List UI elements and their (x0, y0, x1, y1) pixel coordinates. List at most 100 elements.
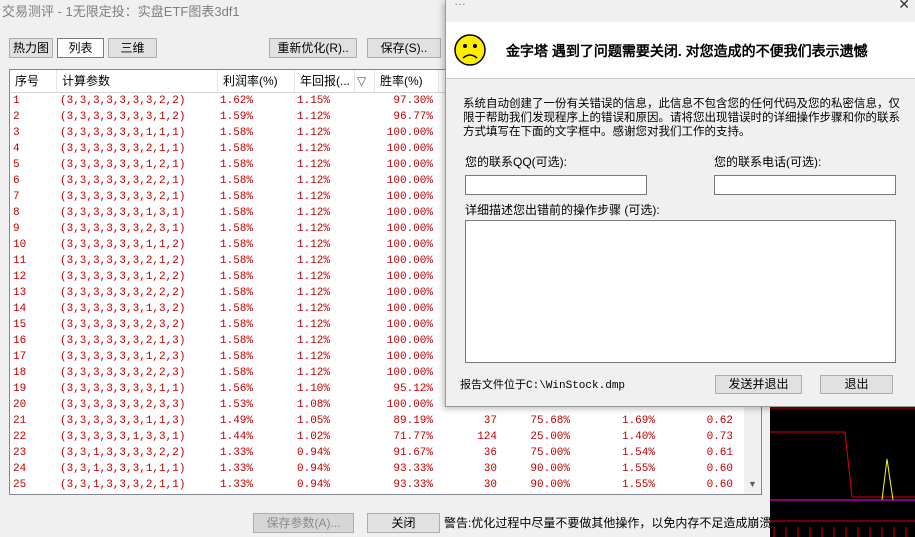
cell-params: (3,3,3,3,3,3,1,1,3) (60, 415, 186, 427)
close-button[interactable]: 关闭 (367, 513, 440, 533)
cell-no: 17 (13, 351, 27, 363)
cell-params: (3,3,3,3,3,3,1,3,1) (60, 207, 186, 219)
cell-win: 97.30% (393, 95, 433, 107)
cell-annual: 1.12% (297, 127, 331, 139)
cell-params: (3,3,3,3,3,3,2,2,2) (60, 287, 186, 299)
cell-no: 21 (13, 415, 27, 427)
cell-profit: 1.58% (220, 191, 254, 203)
cell-profit: 1.58% (220, 255, 254, 267)
qq-input[interactable] (465, 175, 647, 195)
cell-annual: 1.12% (297, 335, 331, 347)
send-and-exit-button[interactable]: 发送并退出 (715, 375, 802, 394)
cell-profit: 1.33% (220, 479, 254, 491)
cell-profit: 1.58% (220, 239, 254, 251)
col-header-no[interactable]: 序号 (10, 70, 57, 92)
window-title: 交易测评 - 1无限定投：实盘ETF图表3df1 (2, 4, 240, 19)
cell-no: 15 (13, 319, 27, 331)
table-row[interactable]: 23 (3,3,1,3,3,3,3,2,2) 1.33% 0.94% 91.67% 36 7… (10, 445, 761, 461)
sad-face-icon (454, 34, 486, 66)
exit-button[interactable]: 退出 (820, 375, 893, 394)
cell-win: 100.00% (386, 207, 433, 219)
cell-params: (3,3,1,3,3,3,1,1,1) (60, 463, 186, 475)
cell-c6: 37 (483, 415, 497, 427)
cell-params: (3,3,3,3,3,3,2,2,1) (60, 175, 186, 187)
cell-no: 20 (13, 399, 27, 411)
cell-params: (3,3,3,3,3,3,1,2,1) (60, 159, 186, 171)
cell-no: 23 (13, 447, 27, 459)
dialog-heading: 金字塔 遇到了问题需要关闭. 对您造成的不便我们表示遗憾 (506, 43, 868, 59)
cell-params: (3,3,3,3,3,3,2,1,3) (60, 335, 186, 347)
cell-c8: 1.55% (621, 479, 655, 491)
scroll-down-icon[interactable]: ▼ (744, 476, 761, 493)
col-header-profit[interactable]: 利润率(%) (218, 70, 295, 92)
cell-profit: 1.33% (220, 447, 254, 459)
cell-annual: 1.12% (297, 351, 331, 363)
cell-win: 71.77% (393, 431, 433, 443)
cell-profit: 1.58% (220, 175, 254, 187)
dialog-title: … (454, 0, 466, 8)
cell-no: 4 (13, 143, 20, 155)
cell-no: 3 (13, 127, 20, 139)
cell-no: 8 (13, 207, 20, 219)
cell-params: (3,3,3,3,3,3,1,2,2) (60, 271, 186, 283)
cell-annual: 1.12% (297, 239, 331, 251)
tab-list[interactable]: 列表 (57, 38, 104, 58)
cell-params: (3,3,3,3,3,3,1,1,2) (60, 239, 186, 251)
cell-annual: 1.12% (297, 223, 331, 235)
col-header-annual[interactable]: 年回报(... (295, 70, 355, 92)
cell-annual: 1.12% (297, 255, 331, 267)
cell-win: 93.33% (393, 463, 433, 475)
cell-no: 19 (13, 383, 27, 395)
cell-params: (3,3,3,3,3,3,3,1,2) (60, 111, 186, 123)
table-row[interactable]: 24 (3,3,1,3,3,3,1,1,1) 1.33% 0.94% 93.33% 30 9… (10, 461, 761, 477)
col-header-win[interactable]: 胜率(%) (375, 70, 439, 92)
cell-win: 100.00% (386, 143, 433, 155)
close-icon[interactable]: ✕ (898, 0, 910, 13)
cell-c9: 0.62 (706, 415, 733, 427)
cell-c9: 0.60 (706, 479, 733, 491)
cell-win: 100.00% (386, 127, 433, 139)
cell-c6: 124 (477, 431, 497, 443)
cell-win: 100.00% (386, 335, 433, 347)
cell-params: (3,3,3,3,3,3,2,1,1) (60, 143, 186, 155)
cell-annual: 0.94% (297, 447, 331, 459)
tab-heatmap[interactable]: 热力图 (9, 38, 53, 58)
table-row[interactable]: 22 (3,3,3,3,3,1,3,3,1) 1.44% 1.02% 71.77% 124… (10, 429, 761, 445)
cell-win: 100.00% (386, 287, 433, 299)
cell-c7: 90.00% (530, 479, 570, 491)
cell-no: 5 (13, 159, 20, 171)
cell-params: (3,3,3,3,3,3,2,2,3) (60, 367, 186, 379)
cell-no: 12 (13, 271, 27, 283)
cell-no: 7 (13, 191, 20, 203)
cell-params: (3,3,3,3,3,3,3,1,1) (60, 383, 186, 395)
dialog-description: 系统自动创建了一份有关错误的信息，此信息不包含您的任何代码及您的私密信息，仅限于… (463, 98, 900, 138)
cell-no: 16 (13, 335, 27, 347)
cell-win: 91.67% (393, 447, 433, 459)
cell-annual: 1.02% (297, 431, 331, 443)
cell-c6: 30 (483, 479, 497, 491)
cell-annual: 1.12% (297, 287, 331, 299)
steps-textarea[interactable] (465, 220, 896, 363)
cell-profit: 1.58% (220, 271, 254, 283)
crash-report-dialog: … ✕ 金字塔 遇到了问题需要关闭. 对您造成的不便我们表示遗憾 系统自动创建了… (445, 0, 915, 407)
cell-params: (3,3,3,3,3,3,2,3,3) (60, 399, 186, 411)
save-params-button[interactable]: 保存参数(A)... (253, 513, 354, 533)
cell-annual: 1.05% (297, 415, 331, 427)
cell-annual: 1.12% (297, 303, 331, 315)
reoptimize-button[interactable]: 重新优化(R).. (269, 38, 357, 58)
save-button[interactable]: 保存(S).. (367, 38, 441, 58)
cell-no: 9 (13, 223, 20, 235)
cell-c8: 1.54% (621, 447, 655, 459)
cell-annual: 1.12% (297, 191, 331, 203)
cell-annual: 1.08% (297, 399, 331, 411)
table-row[interactable]: 25 (3,3,1,3,3,3,2,1,1) 1.33% 0.94% 93.33% 30 9… (10, 477, 761, 493)
cell-no: 18 (13, 367, 27, 379)
steps-label: 详细描述您出错前的操作步骤 (可选): (465, 203, 660, 217)
phone-input[interactable] (714, 175, 896, 195)
tab-3d[interactable]: 三维 (108, 38, 157, 58)
cell-profit: 1.58% (220, 335, 254, 347)
table-row[interactable]: 21 (3,3,3,3,3,3,1,1,3) 1.49% 1.05% 89.19% 37 7… (10, 413, 761, 429)
cell-profit: 1.49% (220, 415, 254, 427)
col-header-params[interactable]: 计算参数 (57, 70, 218, 92)
cell-params: (3,3,3,3,3,3,1,1,1) (60, 127, 186, 139)
